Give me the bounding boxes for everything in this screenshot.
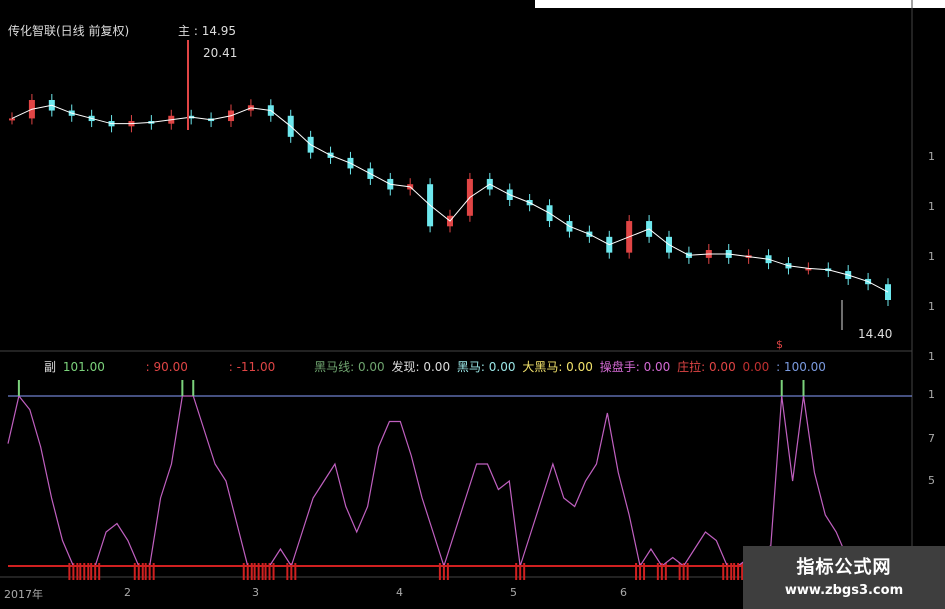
indicator-label: 副 <box>44 360 57 374</box>
y-tick-sub-0: 1 <box>928 388 935 401</box>
high-annotation: 20.41 <box>203 46 238 60</box>
indicator-legend: 副 101.00 : 90.00 : -11.00 黑马线: 0.00 发现: … <box>44 358 829 375</box>
x-tick-3: 4 <box>396 586 403 599</box>
legend-value-6: 大黑马: 0.00 <box>522 360 593 374</box>
legend-value-2: : -11.00 <box>228 360 276 374</box>
y-tick-sub-1: 7 <box>928 432 935 445</box>
legend-value-0: 101.00 <box>62 360 105 374</box>
candlestick-series <box>9 94 891 306</box>
y-tick-main-4: 1 <box>928 350 935 363</box>
legend-value-1: : 90.00 <box>145 360 188 374</box>
legend-value-5: 黑马: 0.00 <box>456 360 516 374</box>
legend-value-10: : 100.00 <box>776 360 826 374</box>
chart-canvas[interactable] <box>0 0 945 609</box>
candle-body <box>885 284 891 300</box>
watermark: 指标公式网 www.zbgs3.com <box>743 546 945 609</box>
x-tick-4: 5 <box>510 586 517 599</box>
oscillator-line <box>7 394 859 568</box>
low-annotation: 14.40 <box>858 327 893 341</box>
candle-body <box>9 118 15 121</box>
x-tick-2: 3 <box>252 586 259 599</box>
x-tick-5: 6 <box>620 586 627 599</box>
legend-value-7: 操盘手: 0.00 <box>599 360 671 374</box>
legend-value-8: 庄拉: 0.00 <box>677 360 736 374</box>
y-tick-main-1: 1 <box>928 200 935 213</box>
legend-value-9: 0.00 <box>742 360 770 374</box>
x-tick-1: 2 <box>124 586 131 599</box>
y-tick-main-2: 1 <box>928 250 935 263</box>
y-tick-sub-2: 5 <box>928 474 935 487</box>
x-tick-0: 2017年 <box>4 588 43 601</box>
stock-chart-window: 传化智联(日线 前复权) 主 : 14.95 20.41 14.40 $ 副 1… <box>0 0 945 609</box>
stock-title: 传化智联(日线 前复权) <box>8 24 130 38</box>
main-value: 14.95 <box>201 24 237 38</box>
watermark-url: www.zbgs3.com <box>784 583 904 598</box>
signal-marker: $ <box>776 338 783 351</box>
signal-ticks <box>17 380 805 396</box>
watermark-title: 指标公式网 <box>796 557 892 578</box>
legend-value-3: 黑马线: 0.00 <box>314 360 385 374</box>
y-tick-main-0: 1 <box>928 150 935 163</box>
y-tick-main-3: 1 <box>928 300 935 313</box>
main-label: 主 : 14.95 <box>178 24 237 38</box>
moving-average-line <box>11 104 889 293</box>
legend-value-4: 发现: 0.00 <box>391 360 451 374</box>
main-label-text: 主 <box>178 24 191 38</box>
